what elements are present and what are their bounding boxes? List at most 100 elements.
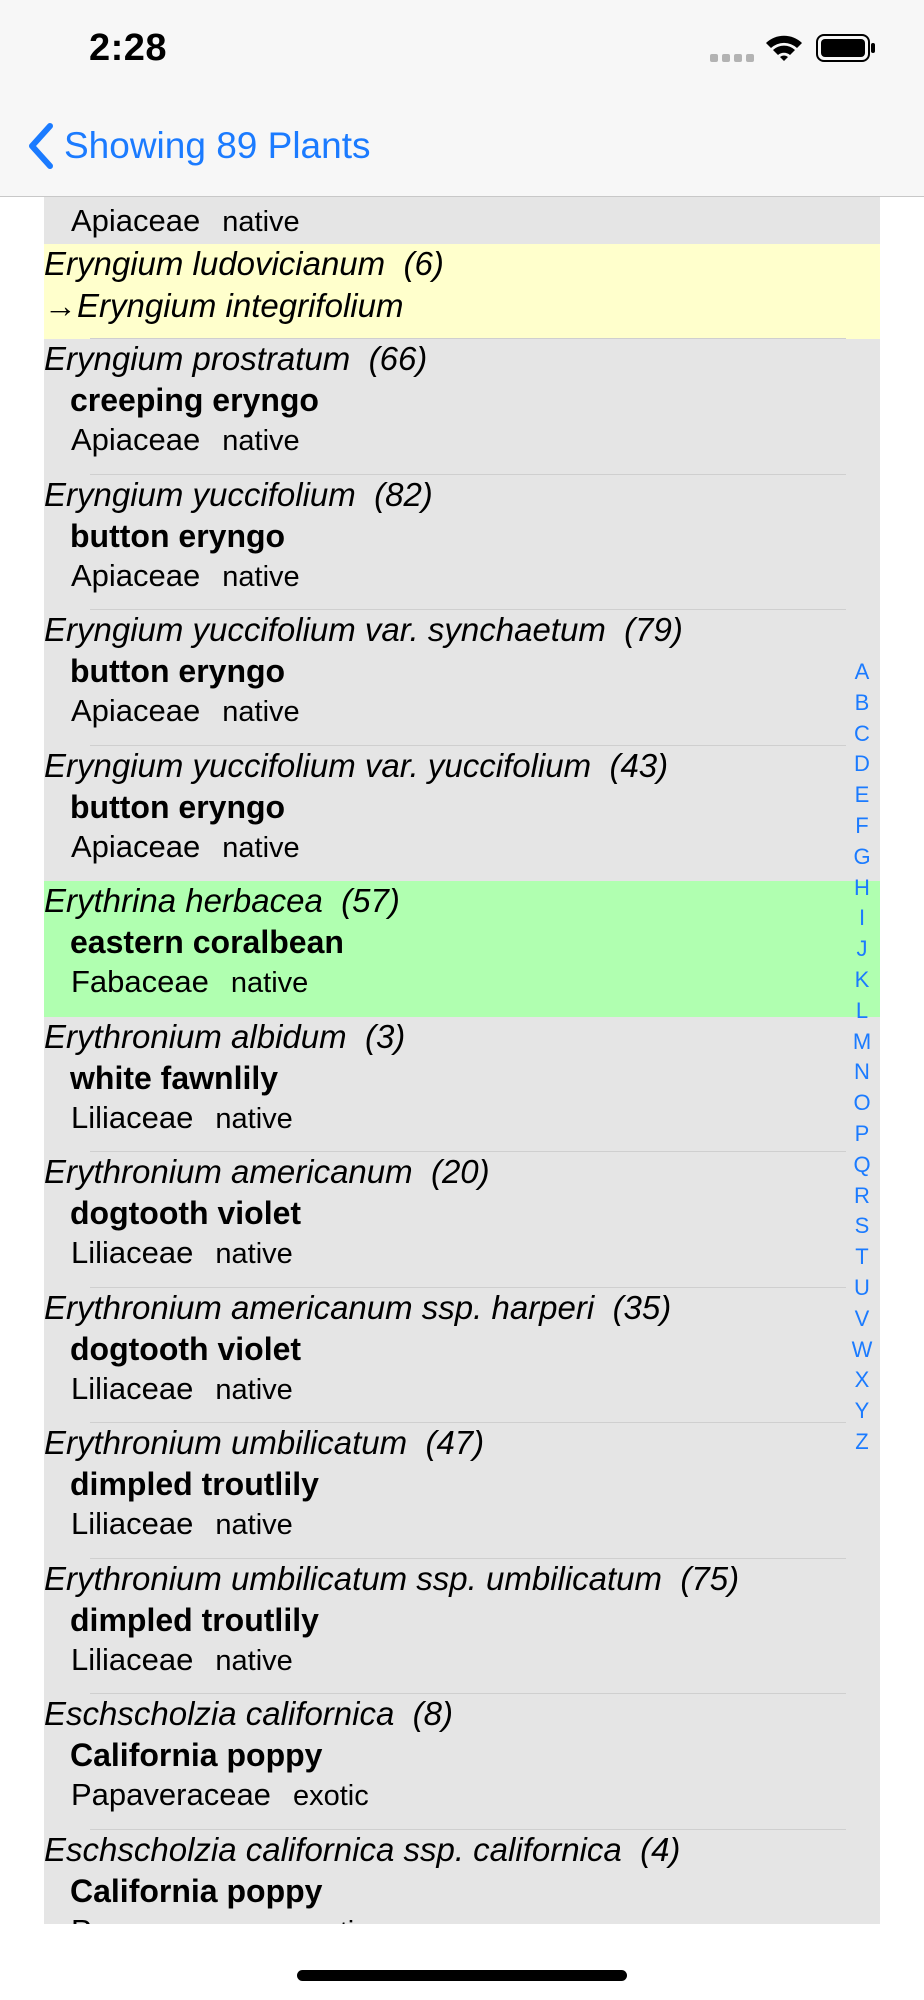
status-label: native [215, 1374, 293, 1406]
index-letter-p[interactable]: P [850, 1119, 874, 1150]
list-item[interactable]: Eschscholzia californica ssp. californic… [44, 1830, 880, 1924]
scientific-name: Eschscholzia californica (8) [44, 1695, 454, 1732]
family-label: Papaveraceaeexotic [71, 1913, 369, 1924]
list-item[interactable]: Erythronium americanum ssp. harperi (35)… [44, 1288, 880, 1423]
scientific-name: Erythronium umbilicatum ssp. umbilicatum… [44, 1560, 740, 1597]
status-label: native [222, 561, 300, 593]
battery-icon [816, 34, 875, 62]
observation-count: (3) [364, 1018, 406, 1055]
status-bar: 2:28 [0, 0, 924, 96]
wifi-icon [766, 35, 802, 61]
list-item[interactable]: Erythronium umbilicatum ssp. umbilicatum… [44, 1559, 880, 1694]
list-item-redirect[interactable]: Eryngium ludovicianum (6) →Eryngium inte… [44, 244, 880, 339]
index-letter-t[interactable]: T [850, 1242, 874, 1273]
index-letter-w[interactable]: W [850, 1335, 874, 1366]
status-label: native [222, 206, 300, 238]
scientific-name: Erythronium americanum ssp. harperi (35) [44, 1289, 672, 1326]
list-item[interactable]: Eryngium yuccifolium (82) button eryngo … [44, 475, 880, 610]
family-label: Fabaceae native [71, 964, 309, 999]
index-letter-v[interactable]: V [850, 1304, 874, 1335]
observation-count: (43) [609, 747, 669, 784]
common-name: creeping eryngo [70, 382, 319, 418]
list-item[interactable]: Erythronium americanum (20) dogtooth vio… [44, 1152, 880, 1288]
redirect-name: →Eryngium integrifolium [44, 287, 404, 324]
status-label: exotic [292, 1780, 369, 1812]
common-name: button eryngo [70, 653, 286, 689]
observation-count: (35) [612, 1289, 672, 1326]
scientific-name: Erythronium americanum (20) [44, 1153, 490, 1190]
index-letter-a[interactable]: A [850, 657, 874, 688]
status-label: native [215, 1103, 293, 1135]
index-letter-y[interactable]: Y [850, 1396, 874, 1427]
family-label: Liliaceae native [71, 1235, 293, 1270]
back-button[interactable]: Showing 89 Plants [24, 118, 370, 174]
index-letter-n[interactable]: N [850, 1057, 874, 1088]
scientific-name: Erythronium albidum (3) [44, 1018, 406, 1055]
scientific-name: Eschscholzia californica ssp. californic… [44, 1831, 681, 1868]
index-letter-h[interactable]: H [850, 873, 874, 904]
common-name: California poppy [70, 1737, 323, 1773]
status-label: exotic [293, 1916, 369, 1924]
index-letter-q[interactable]: Q [850, 1150, 874, 1181]
common-name: eastern coralbean [70, 924, 344, 960]
signal-icon [710, 54, 754, 62]
list-item[interactable]: Eryngium yuccifolium var. synchaetum (79… [44, 610, 880, 746]
index-letter-e[interactable]: E [850, 780, 874, 811]
index-letter-g[interactable]: G [850, 842, 874, 873]
index-letter-b[interactable]: B [850, 688, 874, 719]
family-label: Apiaceae native [71, 422, 300, 457]
chevron-left-icon [29, 123, 53, 169]
observation-count: (4) [640, 1831, 681, 1868]
index-letter-i[interactable]: I [850, 903, 874, 934]
index-letter-l[interactable]: L [850, 996, 874, 1027]
list-item[interactable]: Eschscholzia californica (8) California … [44, 1694, 880, 1830]
family-label: Liliaceae native [71, 1642, 293, 1677]
scientific-name: Eryngium ludovicianum (6) [44, 245, 444, 282]
status-label: native [215, 1509, 293, 1541]
index-letter-f[interactable]: F [850, 811, 874, 842]
index-letter-r[interactable]: R [850, 1181, 874, 1212]
list-item[interactable]: Erythronium umbilicatum (47) dimpled tro… [44, 1423, 880, 1559]
index-letter-z[interactable]: Z [850, 1427, 874, 1458]
list-item[interactable]: Eryngium prostratum (66) creeping eryngo… [44, 339, 880, 475]
family-label: Papaveraceaeexotic [71, 1777, 369, 1812]
index-letter-d[interactable]: D [850, 749, 874, 780]
list-item-highlighted[interactable]: Erythrina herbacea (57) eastern coralbea… [44, 881, 880, 1017]
index-letter-o[interactable]: O [850, 1088, 874, 1119]
scientific-name: Eryngium prostratum (66) [44, 340, 428, 377]
home-indicator[interactable] [297, 1970, 627, 1981]
index-letter-c[interactable]: C [850, 719, 874, 750]
index-letter-k[interactable]: K [850, 965, 874, 996]
status-label: native [222, 832, 300, 864]
common-name: dogtooth violet [70, 1331, 302, 1367]
navigation-bar: Showing 89 Plants [0, 96, 924, 197]
family-label: Liliaceae native [71, 1506, 293, 1541]
common-name: dogtooth violet [70, 1195, 302, 1231]
common-name: dimpled troutlily [70, 1466, 319, 1502]
family-label: Apiaceae native [71, 829, 300, 864]
index-letter-s[interactable]: S [850, 1211, 874, 1242]
common-name: dimpled troutlily [70, 1602, 319, 1638]
observation-count: (47) [425, 1424, 485, 1461]
family-label: Apiaceae native [71, 693, 300, 728]
section-index[interactable]: A B C D E F G H I J K L M N O P Q R S T … [850, 657, 874, 1458]
list-item[interactable]: Erythronium albidum (3) white fawnlily L… [44, 1017, 880, 1152]
common-name: white fawnlily [70, 1060, 279, 1096]
list-item[interactable]: Apiaceae native [44, 197, 880, 241]
index-letter-x[interactable]: X [850, 1365, 874, 1396]
list-item[interactable]: Eryngium yuccifolium var. yuccifolium (4… [44, 746, 880, 881]
family-label: Liliaceae native [71, 1100, 293, 1135]
status-label: native [215, 1645, 293, 1677]
observation-count: (8) [412, 1695, 454, 1732]
observation-count: (20) [430, 1153, 490, 1190]
family-label: Apiaceae native [71, 203, 300, 238]
status-label: native [222, 425, 300, 457]
scientific-name: Eryngium yuccifolium (82) [44, 476, 433, 513]
status-label: native [215, 1238, 293, 1270]
index-letter-j[interactable]: J [850, 934, 874, 965]
index-letter-m[interactable]: M [850, 1027, 874, 1058]
observation-count: (79) [624, 611, 683, 648]
plant-list[interactable]: Apiaceae native Eryngium ludovicianum (6)… [44, 197, 880, 1924]
index-letter-u[interactable]: U [850, 1273, 874, 1304]
scientific-name: Eryngium yuccifolium var. yuccifolium (4… [44, 747, 669, 784]
